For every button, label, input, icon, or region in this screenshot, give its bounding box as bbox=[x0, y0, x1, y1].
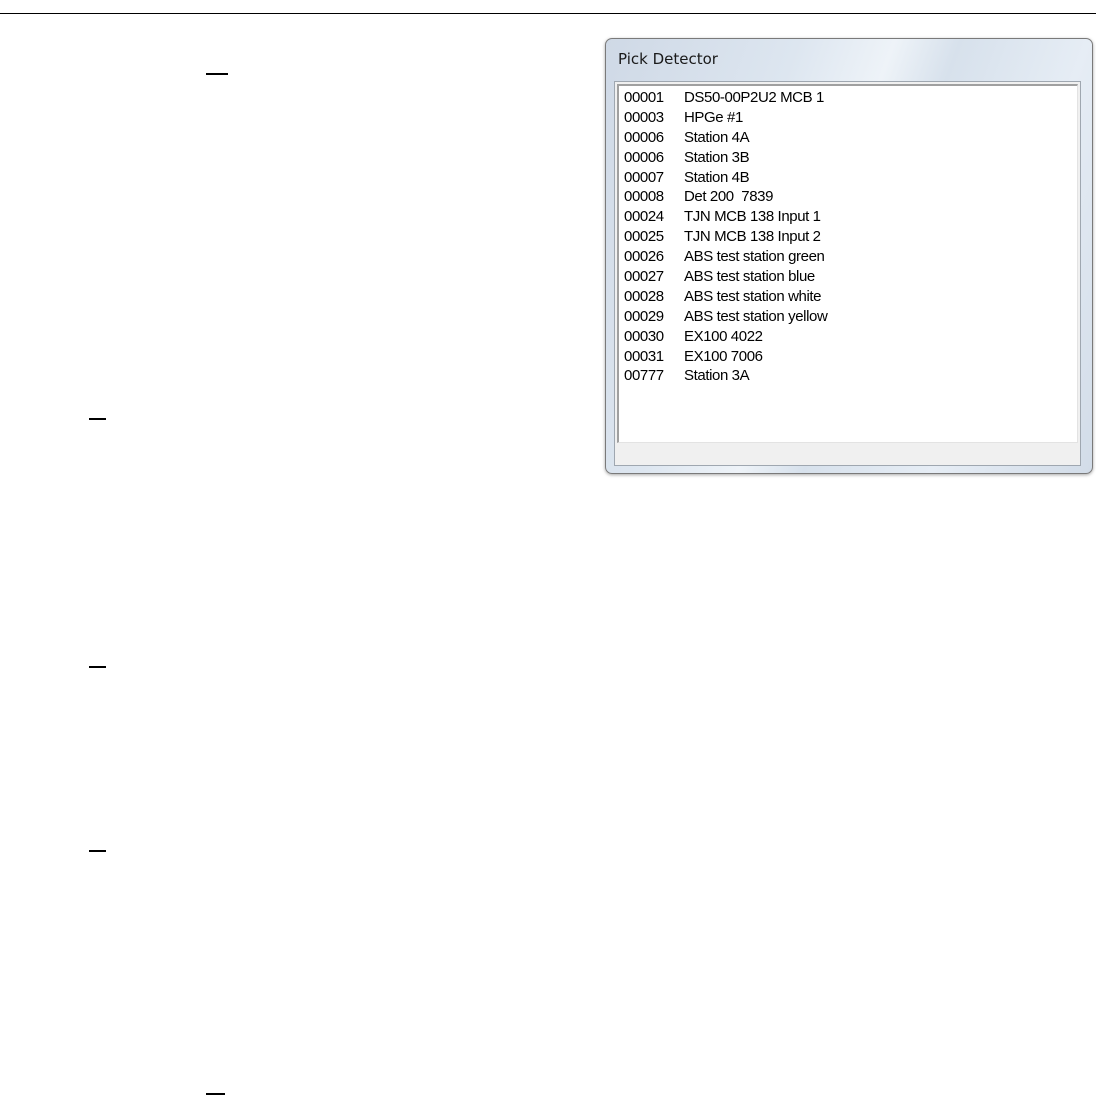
detector-id: 00031 bbox=[624, 347, 664, 365]
detector-id: 00006 bbox=[624, 148, 664, 166]
detector-id: 00026 bbox=[624, 248, 664, 266]
list-item[interactable]: 00006 Station 3B bbox=[624, 148, 1077, 168]
underline-mark bbox=[89, 418, 106, 420]
detector-id: 00006 bbox=[624, 128, 664, 146]
detector-id: 00027 bbox=[624, 268, 664, 286]
list-item[interactable]: 00027 ABS test station blue bbox=[624, 267, 1077, 287]
detector-id: 00029 bbox=[624, 307, 664, 325]
list-item[interactable]: 00008 Det 200 7839 bbox=[624, 187, 1077, 207]
dialog-status-strip bbox=[617, 445, 1078, 463]
detector-name: DS50-00P2U2 MCB 1 bbox=[684, 89, 824, 106]
list-item[interactable]: 00026 ABS test station green bbox=[624, 247, 1077, 267]
list-item[interactable]: 00024 TJN MCB 138 Input 1 bbox=[624, 207, 1077, 227]
underline-mark bbox=[206, 1093, 225, 1095]
detector-id: 00777 bbox=[624, 367, 664, 385]
list-item[interactable]: 00031 EX100 7006 bbox=[624, 347, 1077, 367]
underline-mark bbox=[89, 666, 106, 668]
list-item[interactable]: 00003 HPGe #1 bbox=[624, 108, 1077, 128]
detector-name: Det 200 7839 bbox=[684, 188, 774, 206]
detector-name: Station 3A bbox=[684, 367, 750, 385]
detector-name: Station 3B bbox=[684, 148, 750, 166]
list-item[interactable]: 00777 Station 3A bbox=[624, 366, 1077, 386]
dialog-title: Pick Detector bbox=[618, 50, 718, 68]
detector-name: ABS test station yellow bbox=[684, 307, 828, 325]
detector-name: HPGe #1 bbox=[684, 108, 743, 126]
list-item[interactable]: 00025 TJN MCB 138 Input 2 bbox=[624, 227, 1077, 247]
detector-id: 00028 bbox=[624, 287, 664, 305]
list-item[interactable]: 00028 ABS test station white bbox=[624, 287, 1077, 307]
list-item[interactable]: 00007 Station 4B bbox=[624, 168, 1077, 188]
detector-id: 00030 bbox=[624, 327, 664, 345]
detector-id: 00003 bbox=[624, 108, 664, 126]
underline-mark bbox=[89, 850, 106, 852]
list-item[interactable]: 00029 ABS test station yellow bbox=[624, 307, 1077, 327]
detector-name: Station 4B bbox=[684, 168, 750, 186]
detector-listbox[interactable]: 00001 DS50-00P2U2 MCB 1 00003 HPGe #1 00… bbox=[617, 84, 1078, 443]
detector-id: 00008 bbox=[624, 188, 664, 206]
list-item[interactable]: 00001 DS50-00P2U2 MCB 1 bbox=[624, 88, 1077, 108]
detector-name: TJN MCB 138 Input 2 bbox=[684, 228, 821, 246]
list-item[interactable]: 00006 Station 4A bbox=[624, 128, 1077, 148]
page-top-rule bbox=[0, 13, 1096, 14]
list-item[interactable]: 00030 EX100 4022 bbox=[624, 327, 1077, 347]
detector-id: 00001 bbox=[624, 89, 664, 106]
underline-mark bbox=[206, 73, 228, 75]
detector-name: ABS test station green bbox=[684, 248, 825, 266]
detector-name: ABS test station blue bbox=[684, 268, 815, 286]
detector-name: Station 4A bbox=[684, 128, 750, 146]
detector-id: 00007 bbox=[624, 168, 664, 186]
detector-name: EX100 4022 bbox=[684, 327, 763, 345]
detector-name: ABS test station white bbox=[684, 287, 822, 305]
detector-id: 00024 bbox=[624, 208, 664, 226]
pick-detector-dialog: Pick Detector 00001 DS50-00P2U2 MCB 1 00… bbox=[605, 38, 1093, 474]
detector-name: TJN MCB 138 Input 1 bbox=[684, 208, 821, 226]
dialog-client-area: 00001 DS50-00P2U2 MCB 1 00003 HPGe #1 00… bbox=[614, 81, 1081, 466]
detector-id: 00025 bbox=[624, 228, 664, 246]
detector-name: EX100 7006 bbox=[684, 347, 763, 365]
